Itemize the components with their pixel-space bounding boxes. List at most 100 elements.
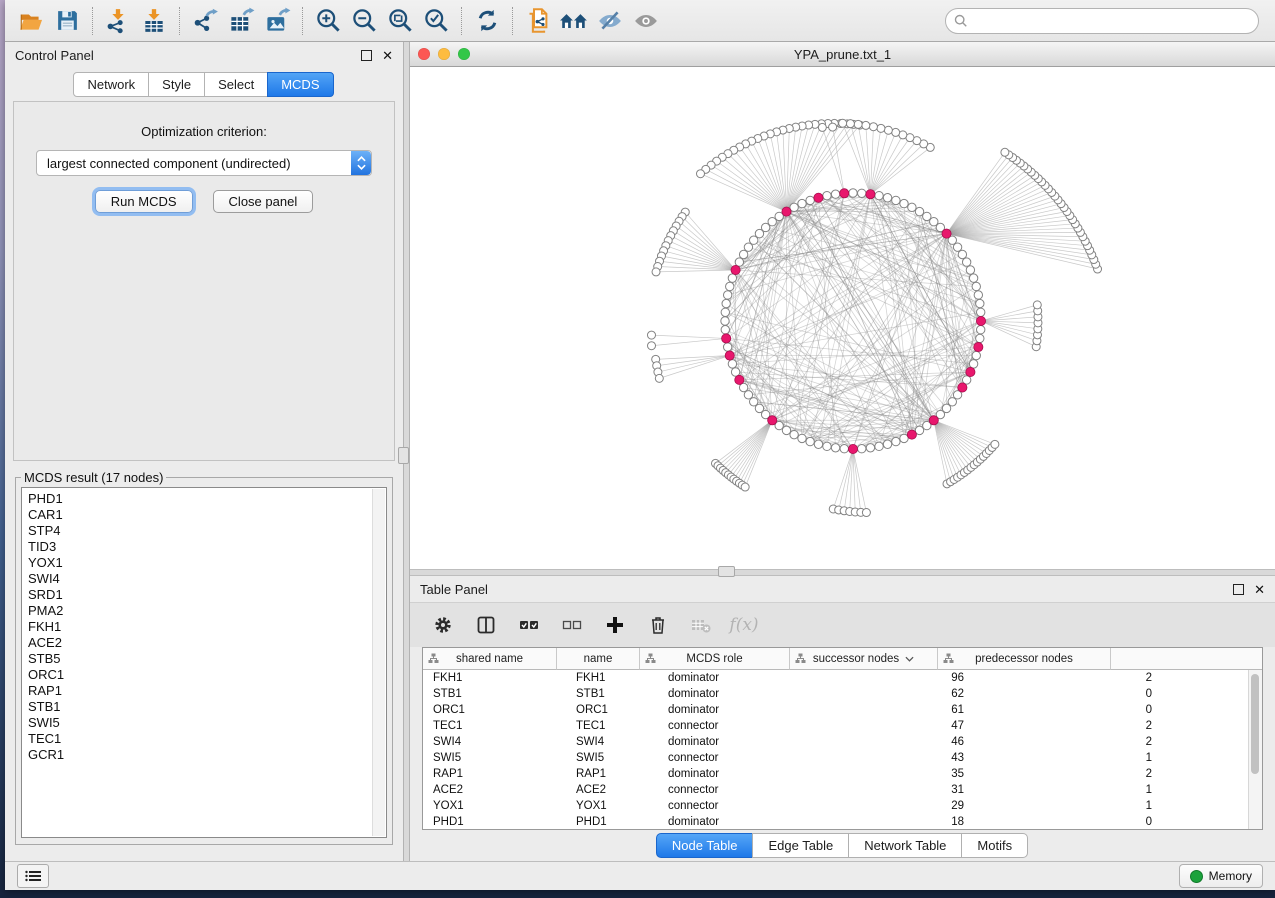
- zoom-out-icon[interactable]: [346, 5, 382, 37]
- column-header-shared-name[interactable]: shared name: [423, 648, 557, 670]
- mcds-result-item[interactable]: STP4: [28, 523, 386, 539]
- task-history-button[interactable]: [17, 864, 49, 888]
- cell-name: STB1: [566, 686, 658, 702]
- cell-successor-nodes: 61: [817, 702, 980, 718]
- tab-motifs[interactable]: Motifs: [961, 833, 1028, 858]
- zoom-in-icon[interactable]: [310, 5, 346, 37]
- tab-network[interactable]: Network: [73, 72, 149, 97]
- tab-select[interactable]: Select: [204, 72, 268, 97]
- select-all-icon[interactable]: [516, 612, 542, 638]
- duplicate-network-icon[interactable]: [520, 5, 556, 37]
- cell-predecessor-nodes: 2: [980, 734, 1168, 750]
- toolbar-separator: [512, 7, 513, 35]
- table-row[interactable]: SWI5SWI5connector431: [423, 750, 1262, 766]
- network-titlebar: YPA_prune.txt_1: [410, 42, 1275, 67]
- column-header-mcds-role[interactable]: MCDS role: [640, 648, 790, 670]
- mcds-list-scrollbar[interactable]: [372, 489, 385, 836]
- mcds-result-item[interactable]: PHD1: [28, 491, 386, 507]
- column-type-icon: [795, 653, 806, 667]
- add-column-icon[interactable]: [602, 612, 628, 638]
- show-columns-icon[interactable]: [473, 612, 499, 638]
- table-row[interactable]: SWI4SWI4dominator462: [423, 734, 1262, 750]
- tab-network-table[interactable]: Network Table: [848, 833, 962, 858]
- close-window-button[interactable]: [418, 48, 430, 60]
- table-settings-gear-icon[interactable]: [430, 612, 456, 638]
- mcds-result-item[interactable]: RAP1: [28, 683, 386, 699]
- column-header-successor-nodes[interactable]: successor nodes: [790, 648, 938, 670]
- splitter-grip[interactable]: [398, 447, 409, 464]
- cell-name: PHD1: [566, 814, 658, 830]
- table-row[interactable]: TEC1TEC1connector472: [423, 718, 1262, 734]
- close-panel-button[interactable]: Close panel: [213, 190, 314, 213]
- mcds-result-item[interactable]: TID3: [28, 539, 386, 555]
- column-header-name[interactable]: name: [557, 648, 640, 670]
- table-row[interactable]: FKH1FKH1dominator962: [423, 670, 1262, 686]
- mcds-result-item[interactable]: STB5: [28, 651, 386, 667]
- column-type-icon: [428, 653, 439, 667]
- zoom-fit-icon[interactable]: [382, 5, 418, 37]
- scrollbar-thumb[interactable]: [1251, 674, 1259, 774]
- cell-mcds-role: dominator: [658, 686, 817, 702]
- hide-selected-icon[interactable]: [592, 5, 628, 37]
- memory-status-icon: [1190, 870, 1203, 883]
- minimize-window-button[interactable]: [438, 48, 450, 60]
- table-row[interactable]: RAP1RAP1dominator352: [423, 766, 1262, 782]
- mcds-result-item[interactable]: STB1: [28, 699, 386, 715]
- table-scrollbar[interactable]: [1248, 670, 1262, 829]
- zoom-selected-icon[interactable]: [418, 5, 454, 37]
- tab-edge-table[interactable]: Edge Table: [752, 833, 849, 858]
- export-network-icon[interactable]: [187, 5, 223, 37]
- search-box[interactable]: [945, 8, 1259, 34]
- network-canvas[interactable]: [410, 67, 1275, 569]
- delete-columns-icon[interactable]: [645, 612, 671, 638]
- tab-node-table[interactable]: Node Table: [656, 833, 754, 858]
- mcds-result-item[interactable]: FKH1: [28, 619, 386, 635]
- column-header-predecessor-nodes[interactable]: predecessor nodes: [938, 648, 1111, 670]
- vertical-splitter[interactable]: [403, 42, 410, 861]
- tab-mcds[interactable]: MCDS: [267, 72, 333, 97]
- cell-name: ORC1: [566, 702, 658, 718]
- first-neighbors-icon[interactable]: [556, 5, 592, 37]
- mcds-result-item[interactable]: PMA2: [28, 603, 386, 619]
- splitter-grip[interactable]: [718, 566, 735, 577]
- import-table-icon[interactable]: [136, 5, 172, 37]
- table-row[interactable]: STB1STB1dominator620: [423, 686, 1262, 702]
- close-panel-icon[interactable]: ✕: [1254, 583, 1265, 596]
- close-panel-icon[interactable]: ✕: [382, 49, 393, 62]
- float-panel-icon[interactable]: [361, 50, 372, 61]
- run-mcds-button[interactable]: Run MCDS: [95, 190, 193, 213]
- mcds-result-item[interactable]: TEC1: [28, 731, 386, 747]
- network-graph[interactable]: [410, 67, 1275, 569]
- table-row[interactable]: YOX1YOX1connector291: [423, 798, 1262, 814]
- memory-button[interactable]: Memory: [1179, 864, 1263, 888]
- mcds-result-item[interactable]: GCR1: [28, 747, 386, 763]
- refresh-icon[interactable]: [469, 5, 505, 37]
- mcds-tab-content: Optimization criterion: largest connecte…: [13, 101, 395, 461]
- cell-name: FKH1: [566, 670, 658, 686]
- mcds-result-item[interactable]: YOX1: [28, 555, 386, 571]
- export-table-icon[interactable]: [223, 5, 259, 37]
- deselect-all-icon[interactable]: [559, 612, 585, 638]
- table-row[interactable]: PHD1PHD1dominator180: [423, 814, 1262, 830]
- maximize-window-button[interactable]: [458, 48, 470, 60]
- import-network-icon[interactable]: [100, 5, 136, 37]
- export-image-icon[interactable]: [259, 5, 295, 37]
- mcds-result-item[interactable]: CAR1: [28, 507, 386, 523]
- optimization-criterion-select[interactable]: largest connected component (undirected): [36, 150, 372, 176]
- tab-style[interactable]: Style: [148, 72, 205, 97]
- mcds-result-item[interactable]: SWI4: [28, 571, 386, 587]
- float-panel-icon[interactable]: [1233, 584, 1244, 595]
- mcds-result-item[interactable]: ORC1: [28, 667, 386, 683]
- show-all-icon[interactable]: [628, 5, 664, 37]
- mcds-result-item[interactable]: ACE2: [28, 635, 386, 651]
- table-row[interactable]: ACE2ACE2connector311: [423, 782, 1262, 798]
- open-file-icon[interactable]: [13, 5, 49, 37]
- table-row[interactable]: ORC1ORC1dominator610: [423, 702, 1262, 718]
- cell-successor-nodes: 47: [817, 718, 980, 734]
- cell-mcds-role: dominator: [658, 702, 817, 718]
- save-session-icon[interactable]: [49, 5, 85, 37]
- search-input[interactable]: [973, 13, 1250, 29]
- mcds-result-item[interactable]: SWI5: [28, 715, 386, 731]
- horizontal-splitter[interactable]: [410, 569, 1275, 576]
- mcds-result-item[interactable]: SRD1: [28, 587, 386, 603]
